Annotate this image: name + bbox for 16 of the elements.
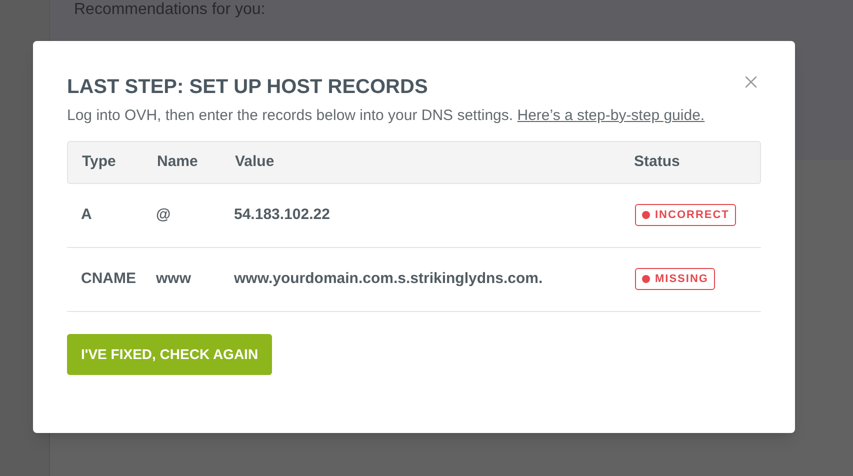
value-cell-text: 54.183.102.22 bbox=[234, 205, 331, 226]
recommendations-heading: Recommendations for you: bbox=[74, 0, 266, 20]
guide-link[interactable]: Here’s a step-by-step guide. bbox=[517, 107, 705, 124]
dialog-title: LAST STEP: SET UP HOST RECORDS bbox=[67, 75, 428, 100]
status-badge: MISSING bbox=[635, 268, 716, 290]
column-header: Type bbox=[81, 152, 117, 172]
name-cell-text: www bbox=[156, 269, 192, 290]
type-cell-text: CNAME bbox=[80, 269, 137, 290]
column-header: Status bbox=[634, 152, 681, 172]
value-cell-text: www.yourdomain.com.s.strikinglydns.com. bbox=[234, 269, 544, 290]
status-badge: INCORRECT bbox=[635, 204, 736, 226]
type-cell-text: A bbox=[80, 205, 93, 226]
column-header: Name bbox=[157, 152, 199, 172]
name-cell-text: @ bbox=[156, 205, 172, 226]
dialog-description: Log into OVH, then enter the records below into your DNS settings. Here’s a step-by-step guide. bbox=[67, 106, 706, 126]
column-header: Value bbox=[235, 152, 276, 172]
